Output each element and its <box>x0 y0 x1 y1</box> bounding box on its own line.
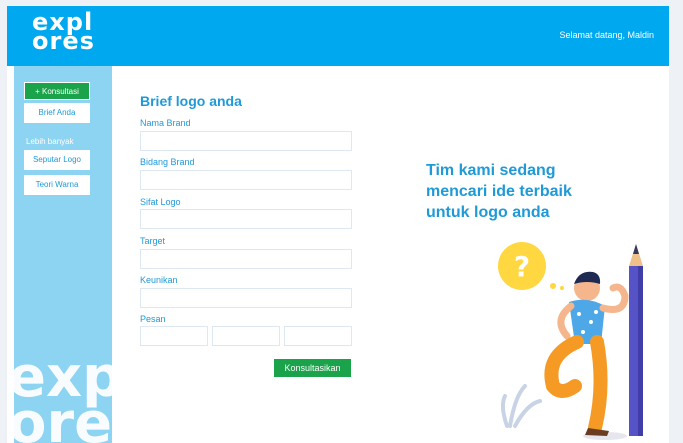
bidang-brand-field[interactable] <box>140 170 352 190</box>
decor-word-2: ore <box>14 391 112 443</box>
hero-message: Tim kami sedang mencari ide terbaik untu… <box>426 160 576 223</box>
section-label-more: Lebih banyak <box>26 137 74 146</box>
logo-line-2: ores <box>32 27 95 55</box>
label-target: Target <box>140 236 166 246</box>
sidebar-item-seputar-logo[interactable]: Seputar Logo <box>24 150 90 170</box>
brand-logo[interactable]: expl ores <box>32 10 95 55</box>
hero-line-1: Tim kami sedang <box>426 162 556 179</box>
question-mark-icon: ? <box>514 250 530 283</box>
hero-line-2: mencari ide terbaik <box>426 183 572 200</box>
label-keunikan: Keunikan <box>140 275 178 285</box>
label-pesan: Pesan <box>140 314 166 324</box>
sifat-logo-field[interactable] <box>140 209 352 229</box>
keunikan-field[interactable] <box>140 288 352 308</box>
sidebar-item-teori-warna[interactable]: Teori Warna <box>24 175 90 195</box>
sidebar: + Konsultasi Brief Anda Lebih banyak Sep… <box>14 66 112 443</box>
app-frame: expl ores Selamat datang, Maldin + Konsu… <box>0 0 683 443</box>
konsultasi-button[interactable]: + Konsultasi <box>24 82 90 100</box>
thinking-person-illustration: ? <box>498 242 643 440</box>
label-sifat-logo: Sifat Logo <box>140 197 181 207</box>
pesan-field-1[interactable] <box>140 326 208 346</box>
nama-brand-field[interactable] <box>140 131 352 151</box>
pesan-field-2[interactable] <box>212 326 280 346</box>
pesan-field-3[interactable] <box>284 326 352 346</box>
top-header: expl ores Selamat datang, Maldin <box>7 6 669 66</box>
label-nama-brand: Nama Brand <box>140 118 191 128</box>
konsultasikan-button[interactable]: Konsultasikan <box>273 358 352 378</box>
target-field[interactable] <box>140 249 352 269</box>
welcome-text: Selamat datang, Maldin <box>559 30 654 40</box>
label-bidang-brand: Bidang Brand <box>140 157 195 167</box>
hero-line-3: untuk logo anda <box>426 204 550 221</box>
page: expl ores Selamat datang, Maldin + Konsu… <box>7 6 669 443</box>
form-title: Brief logo anda <box>140 93 242 109</box>
sidebar-item-brief-anda[interactable]: Brief Anda <box>24 103 90 123</box>
